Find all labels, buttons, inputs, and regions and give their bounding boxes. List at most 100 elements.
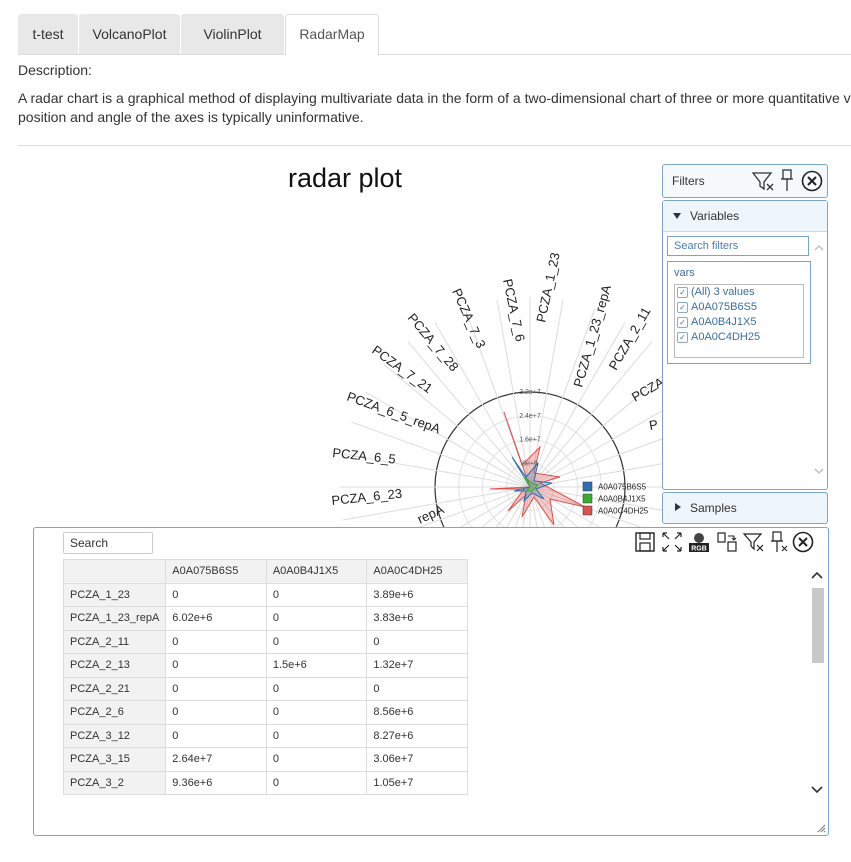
column-header[interactable] xyxy=(63,559,167,584)
checkbox-checked-icon[interactable]: ✓ xyxy=(677,287,688,298)
vars-checklist: ✓ (All) 3 values ✓ A0A075B6S5 ✓ A0A0B4J1X5 … xyxy=(674,284,804,358)
table-cell[interactable]: 9.36e+6 xyxy=(165,770,267,795)
column-header[interactable]: A0A0B4J1X5 xyxy=(265,559,368,584)
column-header[interactable]: A0A075B6S5 xyxy=(165,559,267,584)
vars-item-label: A0A0C4DH25 xyxy=(691,331,761,343)
filter-clear-icon[interactable] xyxy=(751,170,775,192)
table-cell[interactable]: 0 xyxy=(265,629,368,654)
radial-tick-label: 1.6e+7 xyxy=(519,437,541,444)
radial-tick-label: 8e+6 xyxy=(522,460,538,467)
data-grid: A0A075B6S5 A0A0B4J1X5 A0A0C4DH25 PCZA_1_… xyxy=(63,559,468,802)
legend-label: A0A075B6S5 xyxy=(598,483,647,492)
export-rgb-icon[interactable]: RGB xyxy=(688,531,710,553)
table-cell[interactable]: 8.56e+6 xyxy=(366,700,468,725)
table-cell[interactable]: 0 xyxy=(265,582,368,607)
table-row[interactable]: PCZA_3_2 9.36e+6 0 1.05e+7 xyxy=(63,770,468,795)
vars-item-all[interactable]: ✓ (All) 3 values xyxy=(675,285,803,300)
radar-axis-label: PCZA_6_5_repA xyxy=(345,389,443,437)
variables-header[interactable]: Variables xyxy=(663,201,827,232)
table-cell[interactable]: 0 xyxy=(265,606,368,631)
filters-header: Filters xyxy=(662,164,828,198)
data-table-panel: Search RGB A0A075B6S5 A0A0B4J1X5 A0A0C4D… xyxy=(33,527,829,836)
save-icon[interactable] xyxy=(634,531,656,553)
scroll-down-icon xyxy=(811,786,823,794)
table-cell[interactable]: 0 xyxy=(165,700,267,725)
checkbox-checked-icon[interactable]: ✓ xyxy=(677,332,688,343)
pin-icon[interactable] xyxy=(767,531,789,553)
table-cell[interactable]: 0 xyxy=(265,770,368,795)
radar-axis-label: PCZA_7_21 xyxy=(369,342,435,396)
legend-label: A0A0C4DH25 xyxy=(598,507,649,516)
radar-axis-label: PCZA_7_3 xyxy=(449,286,489,350)
table-cell[interactable]: 3.89e+6 xyxy=(366,582,468,607)
table-cell[interactable]: 0 xyxy=(366,629,468,654)
table-cell[interactable]: 8.27e+6 xyxy=(366,723,468,748)
data-table: A0A075B6S5 A0A0B4J1X5 A0A0C4DH25 PCZA_1_… xyxy=(63,559,468,795)
resize-grip-icon[interactable] xyxy=(816,823,826,833)
table-cell[interactable]: 1.05e+7 xyxy=(366,770,468,795)
table-cell[interactable]: 1.5e+6 xyxy=(265,653,368,678)
vars-item[interactable]: ✓ A0A0C4DH25 xyxy=(675,330,803,345)
table-row[interactable]: PCZA_3_15 2.64e+7 0 3.06e+7 xyxy=(63,747,468,772)
table-cell[interactable]: 0 xyxy=(265,700,368,725)
table-cell[interactable]: 0 xyxy=(265,723,368,748)
close-icon[interactable] xyxy=(801,170,823,192)
filters-title: Filters xyxy=(672,174,705,188)
vars-item[interactable]: ✓ A0A075B6S5 xyxy=(675,300,803,315)
table-cell[interactable]: 3.06e+7 xyxy=(366,747,468,772)
table-cell[interactable]: 0 xyxy=(265,676,368,701)
table-scroll-thumb[interactable] xyxy=(812,588,824,663)
legend-swatch xyxy=(582,481,593,492)
table-row[interactable]: PCZA_2_11 0 0 0 xyxy=(63,629,468,654)
radar-axis-label: PCZA_6_23 xyxy=(331,486,403,508)
table-cell[interactable]: 3.83e+6 xyxy=(366,606,468,631)
column-header[interactable]: A0A0C4DH25 xyxy=(366,559,468,584)
radar-axis-label: P xyxy=(648,417,659,433)
pin-icon[interactable] xyxy=(779,169,795,193)
expand-icon[interactable] xyxy=(661,531,683,553)
radar-axis-label: PCZA_7_6 xyxy=(500,278,528,343)
table-cell[interactable]: 0 xyxy=(165,582,267,607)
row-header: PCZA_3_15 xyxy=(63,747,167,772)
table-row[interactable]: PCZA_2_6 0 0 8.56e+6 xyxy=(63,700,468,725)
table-cell[interactable]: 2.64e+7 xyxy=(165,747,267,772)
samples-section-header[interactable]: Samples xyxy=(662,492,828,524)
table-cell[interactable]: 0 xyxy=(165,676,267,701)
table-cell[interactable]: 0 xyxy=(265,747,368,772)
row-header: PCZA_2_11 xyxy=(63,629,167,654)
radar-spoke xyxy=(529,410,662,488)
table-row[interactable]: PCZA_3_12 0 0 8.27e+6 xyxy=(63,723,468,748)
row-header: PCZA_3_12 xyxy=(63,723,167,748)
row-header: PCZA_2_6 xyxy=(63,700,167,725)
vars-item[interactable]: ✓ A0A0B4J1X5 xyxy=(675,315,803,330)
radar-axis-label: PCZA_1_23 xyxy=(533,251,562,323)
row-header: PCZA_2_21 xyxy=(63,676,167,701)
radar-spoke xyxy=(480,486,531,528)
row-header: PCZA_3_2 xyxy=(63,770,167,795)
variables-label: Variables xyxy=(690,209,740,223)
table-header-row: A0A075B6S5 A0A0B4J1X5 A0A0C4DH25 xyxy=(63,559,468,584)
radial-tick-label: 2.4e+7 xyxy=(519,413,541,420)
table-cell[interactable]: 0 xyxy=(165,629,267,654)
scroll-down-icon xyxy=(814,468,824,474)
vars-item-label: A0A075B6S5 xyxy=(691,301,758,313)
collapse-triangle-icon xyxy=(673,213,681,219)
table-cell[interactable]: 0 xyxy=(165,723,267,748)
checkbox-checked-icon[interactable]: ✓ xyxy=(677,317,688,328)
table-row[interactable]: PCZA_1_23_repA 6.02e+6 0 3.83e+6 xyxy=(63,606,468,631)
close-icon[interactable] xyxy=(792,531,814,553)
filters-scrollbar[interactable] xyxy=(813,241,825,481)
table-row[interactable]: PCZA_2_21 0 0 0 xyxy=(63,676,468,701)
table-search-input[interactable]: Search xyxy=(63,532,153,554)
radial-tick-label: 3.2e+7 xyxy=(519,389,541,396)
table-cell[interactable]: 1.32e+7 xyxy=(366,653,468,678)
swap-icon[interactable] xyxy=(716,531,738,553)
table-cell[interactable]: 0 xyxy=(366,676,468,701)
checkbox-checked-icon[interactable]: ✓ xyxy=(677,302,688,313)
table-cell[interactable]: 0 xyxy=(165,653,267,678)
table-row[interactable]: PCZA_1_23 0 0 3.89e+6 xyxy=(63,582,468,607)
filter-clear-icon[interactable] xyxy=(742,531,764,553)
search-filters-input[interactable]: Search filters xyxy=(667,236,809,256)
table-cell[interactable]: 6.02e+6 xyxy=(165,606,267,631)
table-row[interactable]: PCZA_2_13 0 1.5e+6 1.32e+7 xyxy=(63,653,468,678)
